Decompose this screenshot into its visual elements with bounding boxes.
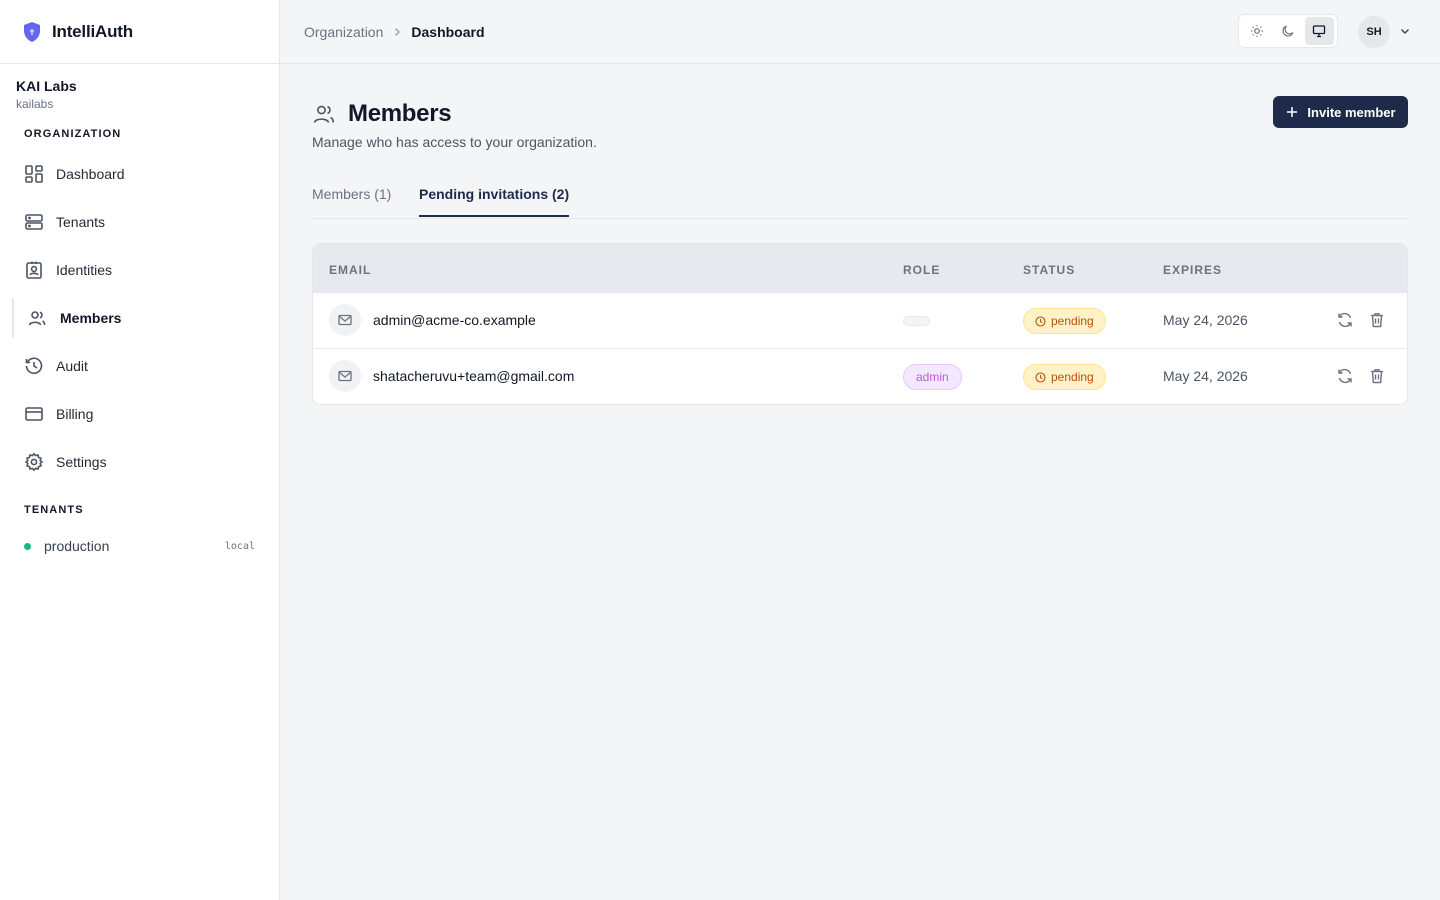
sidebar-nav: Dashboard Tenants Identities Members Aud… bbox=[0, 150, 279, 486]
sidebar-item-identities[interactable]: Identities bbox=[0, 246, 279, 294]
app-name: IntelliAuth bbox=[52, 21, 133, 41]
role-badge-empty bbox=[903, 316, 930, 326]
sidebar-item-label: Identities bbox=[56, 262, 113, 278]
users-icon bbox=[27, 308, 47, 328]
status-text: pending bbox=[1051, 370, 1094, 384]
trash-icon bbox=[1368, 367, 1386, 385]
resend-invite-button[interactable] bbox=[1336, 311, 1354, 329]
sidebar-item-dashboard[interactable]: Dashboard bbox=[0, 150, 279, 198]
tenant-item-production[interactable]: production local bbox=[0, 526, 279, 566]
section-label-tenants: TENANTS bbox=[24, 504, 84, 516]
role-badge: admin bbox=[903, 364, 962, 390]
sidebar-item-billing[interactable]: Billing bbox=[0, 390, 279, 438]
breadcrumb: Organization Dashboard bbox=[304, 24, 485, 40]
page-subtitle: Manage who has access to your organizati… bbox=[312, 134, 597, 150]
server-icon bbox=[24, 212, 44, 232]
topbar: Organization Dashboard SH bbox=[280, 0, 1440, 64]
invite-email: admin@acme-co.example bbox=[373, 312, 536, 328]
mail-icon bbox=[329, 304, 361, 336]
chevron-down-icon[interactable] bbox=[1398, 24, 1412, 38]
table-header: EMAIL ROLE STATUS EXPIRES bbox=[313, 244, 1407, 293]
theme-system-button[interactable] bbox=[1304, 17, 1334, 45]
revoke-invite-button[interactable] bbox=[1368, 367, 1386, 385]
dashboard-icon bbox=[24, 164, 44, 184]
sidebar-item-label: Billing bbox=[56, 406, 94, 422]
clock-icon bbox=[1035, 371, 1046, 383]
history-icon bbox=[24, 356, 44, 376]
theme-dark-button[interactable] bbox=[1273, 17, 1302, 45]
invite-member-button[interactable]: Invite member bbox=[1273, 96, 1408, 128]
tab-pending-invitations[interactable]: Pending invitations (2) bbox=[419, 186, 570, 217]
column-header-email: EMAIL bbox=[329, 263, 372, 277]
credit-card-icon bbox=[24, 404, 44, 424]
sidebar-item-settings[interactable]: Settings bbox=[0, 438, 279, 486]
tab-members[interactable]: Members (1) bbox=[312, 186, 391, 216]
theme-switcher bbox=[1238, 14, 1338, 48]
sidebar-item-label: Settings bbox=[56, 454, 107, 470]
expires-date: May 24, 2026 bbox=[1163, 312, 1248, 328]
sidebar-item-label: Tenants bbox=[56, 214, 106, 230]
column-header-role: ROLE bbox=[903, 263, 941, 277]
section-label-organization: ORGANIZATION bbox=[24, 128, 122, 140]
trash-icon bbox=[1368, 311, 1386, 329]
status-text: pending bbox=[1051, 314, 1094, 328]
breadcrumb-item-organization[interactable]: Organization bbox=[304, 24, 383, 40]
invitations-table: EMAIL ROLE STATUS EXPIRES admin@acme-co.… bbox=[312, 243, 1408, 405]
moon-icon bbox=[1281, 24, 1295, 38]
brand[interactable]: IntelliAuth bbox=[0, 0, 279, 64]
invite-email: shatacheruvu+team@gmail.com bbox=[373, 368, 575, 384]
monitor-icon bbox=[1312, 24, 1326, 38]
table-row: shatacheruvu+team@gmail.com admin pendin… bbox=[313, 349, 1407, 404]
resend-invite-button[interactable] bbox=[1336, 367, 1354, 385]
invite-member-label: Invite member bbox=[1307, 104, 1396, 120]
page-header: Members bbox=[312, 100, 452, 128]
status-dot bbox=[24, 542, 31, 550]
sidebar-item-members[interactable]: Members bbox=[0, 294, 279, 342]
id-badge-icon bbox=[24, 260, 44, 280]
tenant-name: production bbox=[44, 538, 110, 554]
plus-icon bbox=[1285, 105, 1299, 119]
tabs: Members (1) Pending invitations (2) bbox=[312, 176, 1408, 219]
breadcrumb-current: Dashboard bbox=[411, 23, 485, 40]
theme-light-button[interactable] bbox=[1242, 17, 1271, 45]
refresh-icon bbox=[1336, 311, 1354, 329]
expires-date: May 24, 2026 bbox=[1163, 368, 1248, 384]
sidebar-item-label: Dashboard bbox=[56, 166, 125, 182]
sidebar: IntelliAuth KAI Labs kailabs ORGANIZATIO… bbox=[0, 0, 280, 900]
column-header-expires: EXPIRES bbox=[1163, 263, 1223, 277]
gear-icon bbox=[24, 452, 44, 472]
clock-icon bbox=[1035, 315, 1046, 327]
users-icon bbox=[312, 102, 336, 126]
page-title: Members bbox=[348, 100, 452, 127]
org-name: KAI Labs bbox=[16, 78, 77, 94]
tenant-tag: local bbox=[224, 540, 255, 552]
sidebar-item-tenants[interactable]: Tenants bbox=[0, 198, 279, 246]
status-badge: pending bbox=[1023, 308, 1106, 334]
revoke-invite-button[interactable] bbox=[1368, 311, 1386, 329]
user-avatar[interactable]: SH bbox=[1358, 16, 1390, 48]
mail-icon bbox=[329, 360, 361, 392]
status-badge: pending bbox=[1023, 364, 1106, 390]
sidebar-item-audit[interactable]: Audit bbox=[0, 342, 279, 390]
chevron-right-icon bbox=[391, 26, 403, 38]
refresh-icon bbox=[1336, 367, 1354, 385]
column-header-status: STATUS bbox=[1023, 263, 1076, 277]
sidebar-item-label: Audit bbox=[56, 358, 88, 374]
sun-icon bbox=[1250, 24, 1264, 38]
sidebar-item-label: Members bbox=[60, 310, 122, 326]
table-row: admin@acme-co.example pending May 24, 20… bbox=[313, 293, 1407, 349]
org-switcher[interactable]: KAI Labs kailabs bbox=[0, 64, 279, 111]
org-slug: kailabs bbox=[16, 97, 54, 111]
shield-logo-icon bbox=[22, 21, 42, 43]
